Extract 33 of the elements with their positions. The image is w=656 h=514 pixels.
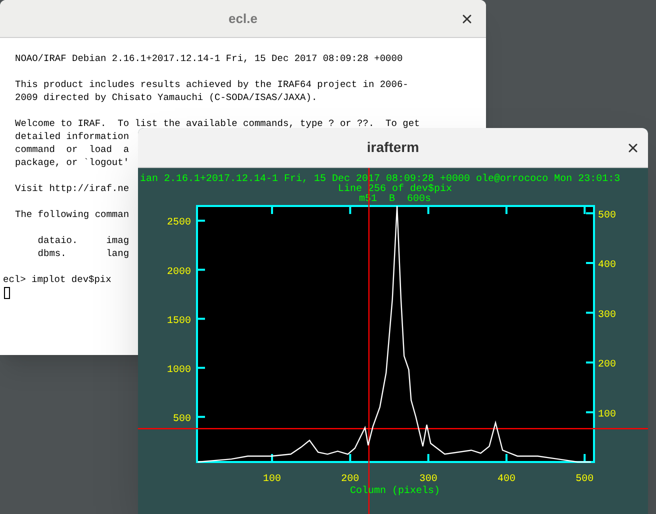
right-tick-label: 200 [598,360,616,370]
terminal-output-line: This product includes results achieved by the IRAF64 project in 2006- [15,78,408,91]
y-tick-label: 2000 [166,266,191,278]
close-icon [460,12,474,26]
x-tick-label: 300 [419,474,438,485]
y-tick-label: 2500 [166,218,191,229]
window-title: ecl.e [228,10,258,28]
y-tick-label: 500 [172,414,191,425]
right-tick-label: 100 [598,409,616,420]
x-tick-label: 200 [341,474,360,485]
terminal-output-line: package, or `logout' [15,156,130,169]
terminal-output-line: dataio. imag [36,234,130,247]
close-icon [626,141,640,155]
command-prompt-line: ecl> implot dev$pix [2,273,112,286]
terminal-output-line: Welcome to IRAF. To list the available commands, type ? or ??. To get [15,117,420,130]
right-tick-label: 500 [598,210,616,222]
x-tick-label: 400 [497,474,516,485]
right-tick-label: 300 [598,310,616,321]
x-tick-label: 500 [576,474,594,485]
y-tick-label: 1000 [166,364,191,376]
terminal-output-line: command or load a [15,143,130,156]
y-tick-label: 1500 [166,316,191,327]
window-title: irafterm [366,138,420,157]
terminal-output-line: 2009 directed by Chisato Yamauchi (C-SODA/ISAS/JAXA). [15,91,318,104]
right-tick-label: 400 [598,260,616,271]
terminal-output-line: detailed information [15,130,130,143]
terminal-output-line: NOAO/IRAF Debian 2.16.1+2017.12.14-1 Fri, 15 Dec 2017 08:09:28 +0000 [15,52,403,65]
plot-title-line: Line 256 of dev$pix [338,184,452,195]
text-cursor [4,287,10,299]
terminal-output-line: dbms. lang [36,247,130,260]
terminal-output-line: Visit http://iraf.ne [15,182,130,195]
terminal-output-line: The following comman [15,208,130,221]
x-tick-label: 100 [263,474,282,485]
